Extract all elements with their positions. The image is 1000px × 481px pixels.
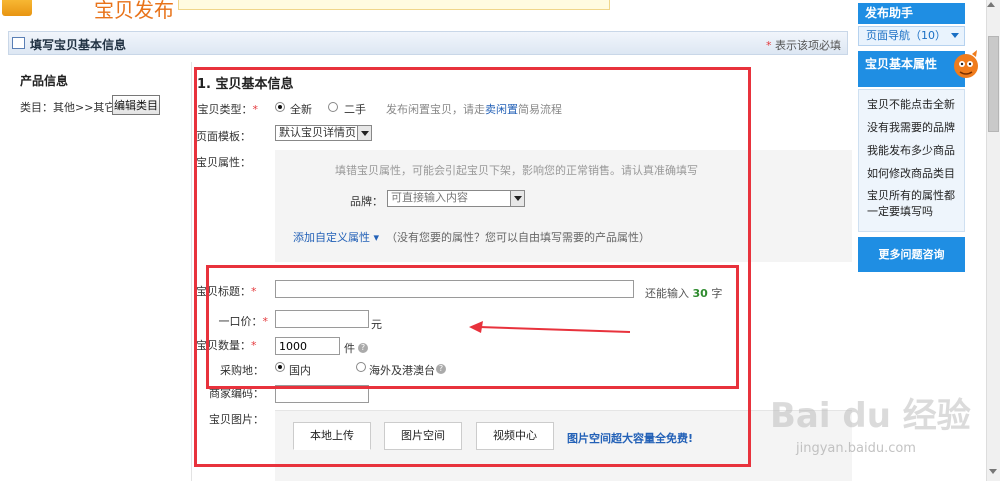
scroll-down-icon[interactable]	[989, 469, 997, 474]
watermark: Bai du 经验	[770, 396, 971, 436]
sidebar-item-1[interactable]: 没有我需要的品牌	[867, 119, 955, 135]
chevron-down-icon	[951, 33, 959, 38]
header-title: 填写宝贝基本信息	[30, 38, 127, 52]
section-header	[8, 31, 848, 55]
annotation-arrow	[469, 321, 631, 333]
sidebar-item-3[interactable]: 如何修改商品类目	[867, 165, 955, 181]
more-questions-button[interactable]: 更多问题咨询	[858, 237, 965, 272]
required-note-text: 表示该项必填	[775, 39, 841, 52]
edit-category-button[interactable]: 编辑类目	[112, 95, 160, 115]
sidebar-section-title: 宝贝基本属性	[858, 51, 965, 87]
page-nav-dropdown[interactable]: 页面导航（10）	[858, 26, 965, 46]
sidebar-question-list: 宝贝不能点击全新 没有我需要的品牌 我能发布多少商品 如何修改商品类目 宝贝所有…	[858, 89, 965, 232]
scroll-up-icon[interactable]	[987, 2, 995, 7]
page-title: 宝贝发布	[94, 0, 174, 22]
sidebar-item-2[interactable]: 我能发布多少商品	[867, 142, 955, 158]
edit-icon	[12, 37, 25, 49]
sidebar-item-4[interactable]: 宝贝所有的属性都一定要填写吗	[867, 188, 959, 220]
product-info-title: 产品信息	[20, 74, 69, 88]
sidebar-title: 发布助手	[858, 3, 965, 24]
required-note: * 表示该项必填	[766, 37, 841, 53]
scroll-thumb[interactable]	[988, 36, 999, 132]
mascot-icon	[954, 50, 978, 78]
category-label: 类目：其他>>其它	[20, 101, 116, 114]
column-divider	[191, 62, 192, 481]
logo	[2, 0, 32, 16]
sidebar-item-0[interactable]: 宝贝不能点击全新	[867, 96, 955, 112]
notice-bar	[178, 0, 610, 10]
required-star: *	[766, 39, 772, 52]
watermark-url: jingyan.baidu.com	[796, 441, 916, 456]
